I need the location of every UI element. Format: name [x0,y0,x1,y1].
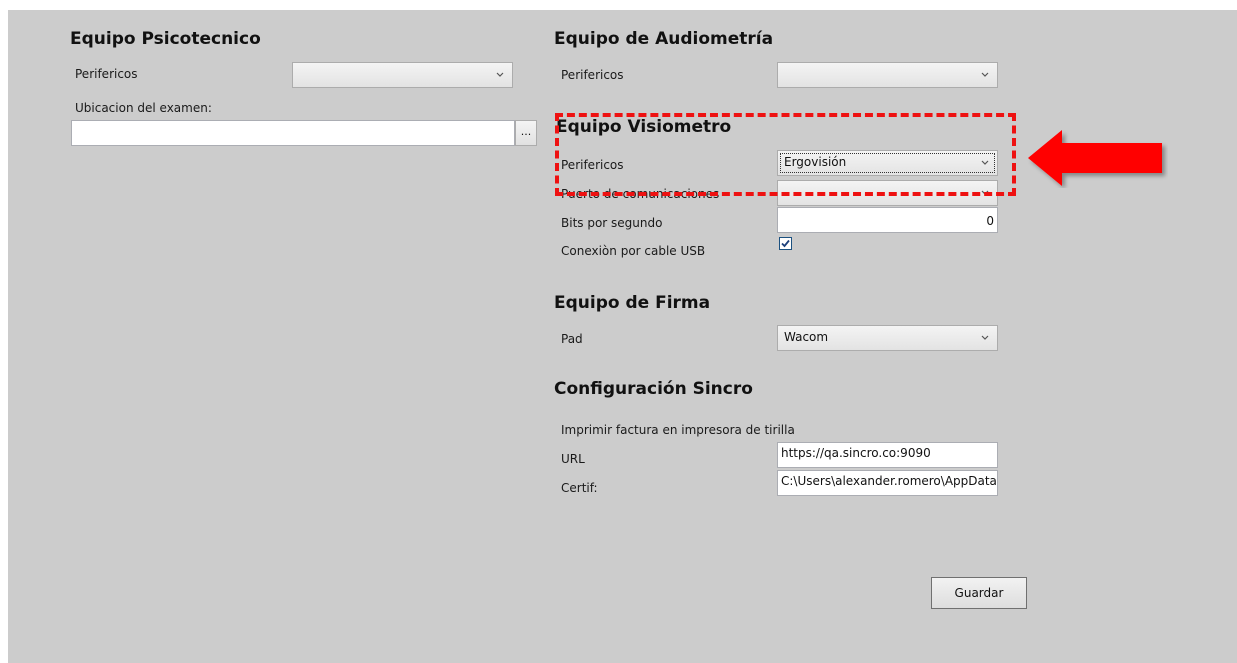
url-label: URL [561,452,585,466]
url-value: https://qa.sincro.co:9090 [781,446,931,460]
certif-value: C:\Users\alexander.romero\AppData [781,474,997,488]
pad-combo[interactable]: Wacom [777,325,998,351]
save-button[interactable]: Guardar [931,577,1027,609]
url-input[interactable]: https://qa.sincro.co:9090 [777,442,998,468]
combo-value: Wacom [784,330,829,344]
ubicacion-input[interactable] [71,120,515,146]
psicotecnico-perifericos-label: Perifericos [75,67,138,81]
settings-window: Equipo Psicotecnico Perifericos Ubicacio… [8,10,1237,663]
audiometria-title: Equipo de Audiometría [554,29,774,49]
sincro-title: Configuración Sincro [554,379,753,399]
audiometria-perifericos-label: Perifericos [561,68,624,82]
usb-checkbox[interactable] [779,237,792,250]
bits-input[interactable] [777,207,998,233]
certif-label: Certif: [561,481,598,495]
psicotecnico-perifericos-combo[interactable] [292,62,513,88]
firma-title: Equipo de Firma [554,293,711,313]
bits-label: Bits por segundo [561,216,663,230]
ubicacion-label: Ubicacion del examen: [75,101,212,115]
red-arrow-icon [1028,130,1162,186]
imprimir-label: Imprimir factura en impresora de tirilla [561,423,795,437]
chevron-down-icon [981,63,991,87]
pad-label: Pad [561,332,583,346]
checkmark-icon [781,239,790,248]
chevron-down-icon [981,326,991,350]
chevron-down-icon [496,63,506,87]
ubicacion-input-field[interactable] [72,121,514,145]
audiometria-perifericos-combo[interactable] [777,62,998,88]
psicotecnico-title: Equipo Psicotecnico [70,29,261,49]
certif-input[interactable]: C:\Users\alexander.romero\AppData [777,470,998,496]
usb-label: Conexiòn por cable USB [561,244,706,258]
bits-input-field[interactable] [778,208,997,232]
browse-button[interactable]: ... [515,120,537,146]
highlight-box [555,113,1016,196]
